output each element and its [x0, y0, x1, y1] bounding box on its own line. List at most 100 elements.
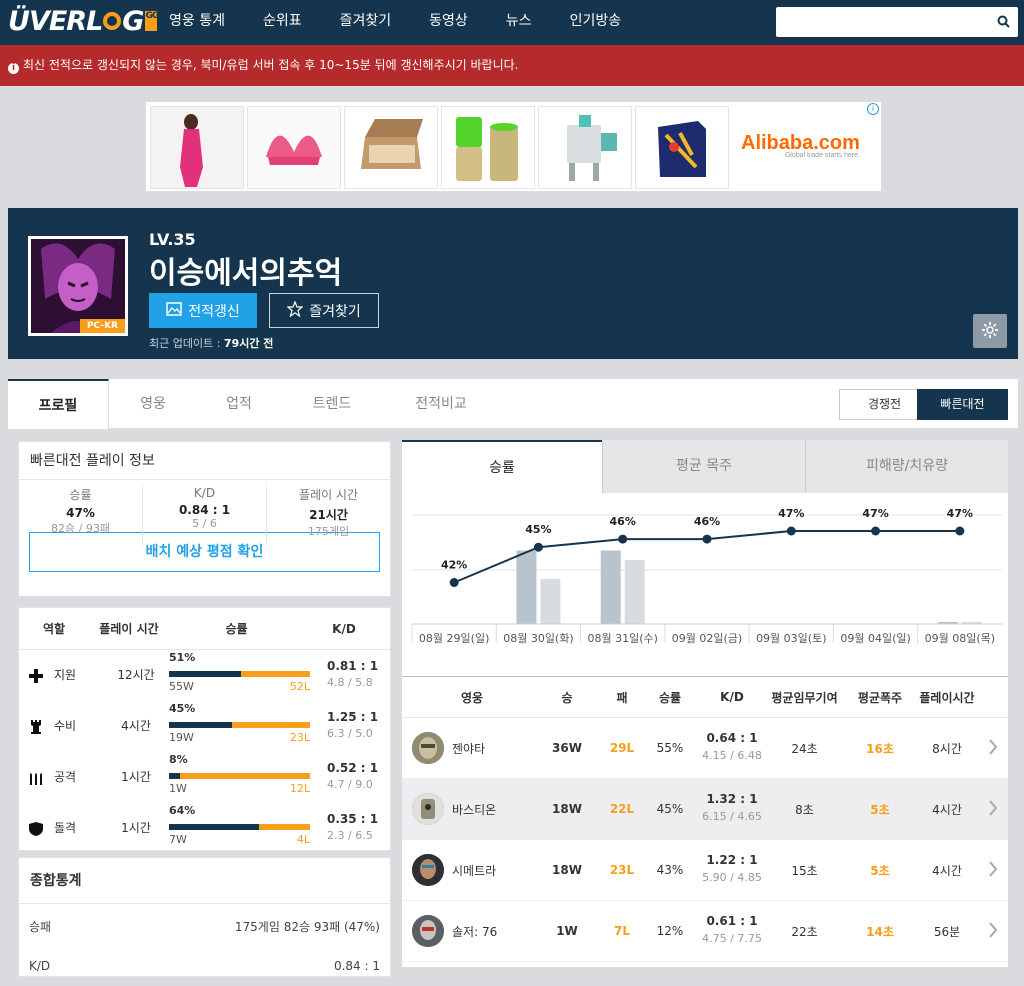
role-stats-card: 역할 플레이 시간 승률 K/D 지원 12시간 51% 55W 52L 0.8…	[18, 607, 391, 851]
winrate-point	[618, 534, 628, 544]
notice-text: 최신 전적으로 갱신되지 않는 경우, 북미/유럽 서버 접속 후 10~15분…	[23, 58, 519, 72]
data-label: 46%	[694, 515, 720, 528]
search-input[interactable]	[776, 7, 986, 37]
chevron-right-icon[interactable]	[988, 921, 998, 942]
data-label: 47%	[862, 507, 888, 520]
summary-playtime: 플레이 시간 21시간 175게임	[266, 486, 390, 546]
x-tick-label: 08월 31일(수)	[587, 631, 657, 645]
hero-row[interactable]: 시메트라 18W 23L 43% 1.22 : 1 5.90 / 4.85 15…	[402, 840, 1008, 901]
chart-tabs: 승률 평균 목주 피해량/치유량	[402, 440, 1008, 493]
winrate-bar	[169, 671, 310, 677]
tab-compare[interactable]: 전적비교	[383, 379, 499, 429]
hero-table-header: 영웅 승 패 승률 K/D 평균임무기여 평균폭주 플레이시간	[402, 676, 1008, 718]
refresh-stats-button[interactable]: 전적갱신	[149, 293, 257, 328]
nav-videos[interactable]: 동영상	[410, 0, 487, 45]
role-table-header: 역할 플레이 시간 승률 K/D	[19, 608, 390, 650]
winrate-bar	[169, 824, 310, 830]
gear-icon	[981, 321, 999, 342]
top-navbar: Ü VERL G GG 영웅 통계 순위표 즐겨찾기 동영상 뉴스 인기방송	[0, 0, 1024, 45]
role-row-offense[interactable]: 공격 1시간 8% 1W 12L 0.52 : 1 4.7 / 9.0	[19, 752, 390, 803]
ad-product-image[interactable]	[344, 106, 438, 189]
ad-product-image[interactable]	[635, 106, 729, 189]
defense-tower-icon	[28, 719, 44, 738]
trend-svg: 42% 45% 46% 46% 47% 47% 47% 08월 29일(일) 08월 30일(화…	[411, 507, 1002, 645]
loss-bar	[540, 578, 561, 624]
winrate-bar	[169, 722, 310, 728]
nav-popular-streams[interactable]: 인기방송	[551, 0, 641, 45]
quickplay-mode-button[interactable]: 빠른대전	[917, 389, 1008, 420]
tab-avg-fire[interactable]: 평균 목주	[602, 440, 805, 493]
nav-rankings[interactable]: 순위표	[244, 0, 321, 45]
overall-stats-title: 종합통계	[19, 858, 390, 904]
search-box	[776, 7, 1018, 37]
ad-banner[interactable]: Alibaba.com Global trade starts here. i	[145, 101, 882, 192]
chevron-right-icon[interactable]	[988, 738, 998, 759]
role-row-support[interactable]: 지원 12시간 51% 55W 52L 0.81 : 1 4.8 / 5.8	[19, 650, 390, 701]
role-row-defense[interactable]: 수비 4시간 45% 19W 23L 1.25 : 1 6.3 / 5.0	[19, 701, 390, 752]
winrate-bar	[169, 773, 310, 779]
hero-row[interactable]: 바스티온 18W 22L 45% 1.32 : 1 6.15 / 4.65 8초…	[402, 779, 1008, 840]
main-nav: 영웅 통계 순위표 즐겨찾기 동영상 뉴스 인기방송	[150, 0, 640, 45]
tab-achievements[interactable]: 업적	[197, 379, 281, 429]
nav-news[interactable]: 뉴스	[487, 0, 551, 45]
add-favorite-button[interactable]: 즐겨찾기	[269, 293, 379, 328]
settings-button[interactable]	[973, 314, 1007, 348]
player-name: 이승에서의추억	[149, 256, 343, 291]
winrate-trend-chart: 42% 45% 46% 46% 47% 47% 47% 08월 29일(일) 08월 30일(화…	[402, 493, 1008, 661]
data-label: 42%	[441, 559, 467, 572]
win-bar	[516, 550, 537, 624]
tab-damage-heal[interactable]: 피해량/치유량	[805, 440, 1008, 493]
overall-stats-card: 종합통계 승패 175게임 82승 93패 (47%) K/D 0.84 : 1	[18, 857, 391, 977]
hero-portrait-soldier76	[412, 915, 444, 947]
ad-product-image[interactable]	[150, 106, 244, 189]
hero-portrait-zenyatta	[412, 732, 444, 764]
image-icon	[166, 301, 182, 320]
search-icon[interactable]	[997, 15, 1010, 31]
nav-hero-stats[interactable]: 영웅 통계	[150, 0, 244, 45]
profile-tabs: 프로필 영웅 업적 트렌드 전적비교 경쟁전 빠른대전	[8, 379, 1018, 429]
tab-profile[interactable]: 프로필	[8, 379, 109, 429]
hero-portrait-bastion	[412, 793, 444, 825]
play-info-card: 빠른대전 플레이 정보 승률 47% 82승 / 93패 K/D 0.84 : …	[18, 441, 391, 597]
winrate-point	[871, 526, 881, 536]
offense-bullets-icon	[28, 770, 44, 789]
nav-favorites[interactable]: 즐겨찾기	[321, 0, 411, 45]
chevron-right-icon[interactable]	[988, 860, 998, 881]
ad-product-image[interactable]	[538, 106, 632, 189]
tab-heroes[interactable]: 영웅	[109, 379, 197, 429]
avatar: PC-KR	[28, 236, 128, 336]
tank-shield-icon	[28, 821, 44, 840]
site-logo[interactable]: Ü VERL G GG	[8, 6, 159, 37]
data-label: 46%	[610, 515, 636, 528]
x-tick-label: 08월 29일(일)	[419, 631, 489, 645]
hero-portrait-symmetra	[412, 854, 444, 886]
hero-row[interactable]: 젠야타 36W 29L 55% 0.64 : 1 4.15 / 6.48 24초…	[402, 718, 1008, 779]
tab-winrate[interactable]: 승률	[402, 440, 602, 493]
tab-trends[interactable]: 트렌드	[281, 379, 383, 429]
info-icon: i	[8, 63, 19, 74]
data-label: 45%	[525, 523, 551, 536]
loss-bar	[624, 559, 645, 624]
player-level: LV.35	[149, 230, 196, 249]
winrate-point	[702, 534, 712, 544]
winrate-point	[533, 542, 543, 552]
role-row-tank[interactable]: 돌격 1시간 64% 7W 4L 0.35 : 1 2.3 / 6.5	[19, 803, 390, 854]
data-label: 47%	[947, 507, 973, 520]
play-info-title: 빠른대전 플레이 정보	[19, 442, 390, 480]
overall-row-record: 승패 175게임 82승 93패 (47%)	[29, 919, 380, 934]
alibaba-logo[interactable]: Alibaba.com Global trade starts here.	[741, 132, 860, 159]
last-updated: 최근 업데이트 : 79시간 전	[149, 337, 274, 350]
data-label: 47%	[778, 507, 804, 520]
star-icon	[286, 299, 304, 321]
update-notice-banner: i 최신 전적으로 갱신되지 않는 경우, 북미/유럽 서버 접속 후 10~15…	[0, 45, 1024, 86]
ad-product-image[interactable]	[441, 106, 535, 189]
ad-info-icon[interactable]: i	[867, 103, 879, 115]
summary-winrate: 승률 47% 82승 / 93패	[51, 488, 110, 535]
x-tick-label: 08월 30일(화)	[503, 631, 573, 645]
ad-product-image[interactable]	[247, 106, 341, 189]
x-tick-label: 09월 04일(일)	[840, 631, 910, 645]
profile-header: PC-KR LV.35 이승에서의추억 전적갱신 즐겨찾기 최근 업데이트 : …	[8, 208, 1018, 359]
x-tick-label: 09월 08일(목)	[925, 631, 995, 645]
hero-row[interactable]: 솔저: 76 1W 7L 12% 0.61 : 1 4.75 / 7.75 22…	[402, 901, 1008, 962]
chevron-right-icon[interactable]	[988, 799, 998, 820]
